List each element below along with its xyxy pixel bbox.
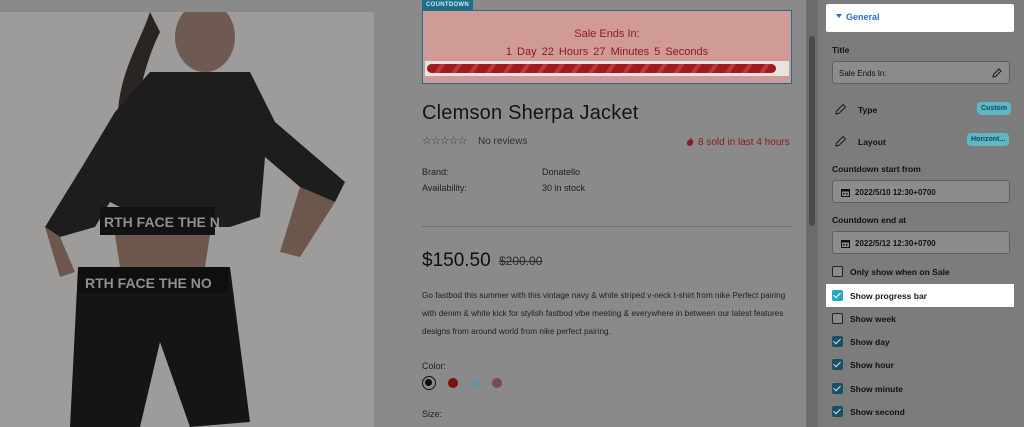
- checkbox-show-day[interactable]: [832, 336, 843, 347]
- color-swatch-blue[interactable]: [470, 378, 480, 388]
- countdown-tag: COUNTDOWN: [422, 0, 474, 10]
- countdown-title: Sale Ends In:: [574, 28, 640, 40]
- pencil-icon: [835, 103, 847, 115]
- layout-badge[interactable]: Horizont...: [967, 133, 1010, 146]
- caret-down-icon: [836, 14, 842, 18]
- color-swatch-black[interactable]: [422, 376, 436, 390]
- pencil-icon[interactable]: [991, 67, 1003, 79]
- general-section-header[interactable]: General: [826, 4, 1014, 32]
- countdown-end-input[interactable]: 2022/5/12 12:30+0700: [832, 231, 1010, 254]
- size-label: Size:: [422, 409, 443, 419]
- layout-label: Layout: [858, 137, 886, 147]
- checkbox-label: Show day: [850, 337, 890, 347]
- product-description: Go fastbod this summer with this vintage…: [422, 291, 786, 336]
- countdown-start-value: 2022/5/10 12:30+0700: [855, 188, 936, 197]
- price: $150.50: [422, 250, 491, 271]
- countdown-end-label: Countdown end at: [832, 215, 907, 225]
- countdown-widget[interactable]: Sale Ends In: 1 Day 22 Hours 27 Minutes …: [422, 10, 792, 84]
- checkbox-show-hour[interactable]: [832, 359, 843, 370]
- checkbox-show-progress-bar[interactable]: [832, 290, 843, 301]
- color-label: Color:: [422, 361, 447, 371]
- store-preview: RTH FACE THE N RTH FACE THE NO COUNTDOWN…: [0, 0, 818, 427]
- product-title: Clemson Sherpa Jacket: [422, 102, 639, 124]
- progress-bar-fill: [427, 64, 777, 73]
- svg-text:RTH FACE THE N: RTH FACE THE N: [104, 214, 220, 230]
- checkbox-label: Show progress bar: [850, 291, 927, 301]
- brand-label: Brand:: [422, 167, 449, 177]
- countdown-timer: 1 Day 22 Hours 27 Minutes 5 Seconds: [505, 46, 709, 58]
- checkbox-label: Show week: [850, 314, 896, 324]
- title-label: Title: [832, 45, 850, 55]
- checkbox-label: Show hour: [850, 360, 894, 370]
- progress-bar: [425, 61, 789, 76]
- svg-text:RTH FACE THE NO: RTH FACE THE NO: [85, 275, 212, 291]
- calendar-icon: [841, 240, 850, 248]
- checkbox-label: Only show when on Sale: [850, 267, 950, 277]
- type-badge[interactable]: Custom: [977, 102, 1012, 115]
- brand-value: Donatello: [542, 167, 581, 177]
- checkbox-show-week[interactable]: [832, 313, 843, 324]
- title-input[interactable]: Sale Ends In:: [832, 61, 1010, 84]
- sold-text: 8 sold in last 4 hours: [698, 137, 790, 148]
- flame-icon: [686, 136, 694, 146]
- title-input-value: Sale Ends In:: [839, 69, 887, 78]
- reviews-link[interactable]: No reviews: [478, 136, 527, 147]
- checkbox-label: Show minute: [850, 384, 903, 394]
- model-image: RTH FACE THE N RTH FACE THE NO: [0, 12, 374, 427]
- availability-label: Availability:: [422, 183, 467, 193]
- calendar-icon: [841, 189, 850, 197]
- rating-stars: ☆☆☆☆☆: [422, 135, 467, 147]
- color-swatch-red[interactable]: [448, 378, 458, 388]
- color-swatch-mauve[interactable]: [492, 378, 502, 388]
- checkbox-only-on-sale[interactable]: [832, 266, 843, 277]
- availability-value: 30 in stock: [542, 183, 586, 193]
- pencil-icon: [835, 135, 847, 147]
- checkbox-show-minute[interactable]: [832, 383, 843, 394]
- sold-count: 8 sold in last 4 hours: [686, 136, 790, 148]
- product-photo: RTH FACE THE N RTH FACE THE NO: [0, 12, 374, 427]
- general-section-label: General: [846, 12, 880, 22]
- countdown-start-input[interactable]: 2022/5/10 12:30+0700: [832, 180, 1010, 203]
- type-label: Type: [858, 105, 878, 115]
- preview-scrollbar[interactable]: [806, 0, 818, 427]
- scrollbar-thumb[interactable]: [809, 36, 815, 226]
- checkbox-label: Show second: [850, 407, 905, 417]
- countdown-end-value: 2022/5/12 12:30+0700: [855, 239, 936, 248]
- checkbox-show-second[interactable]: [832, 406, 843, 417]
- countdown-start-label: Countdown start from: [832, 164, 921, 174]
- compare-price: $200.00: [499, 254, 543, 268]
- divider: [422, 226, 792, 227]
- show-progress-bar-row[interactable]: Show progress bar: [826, 284, 1014, 307]
